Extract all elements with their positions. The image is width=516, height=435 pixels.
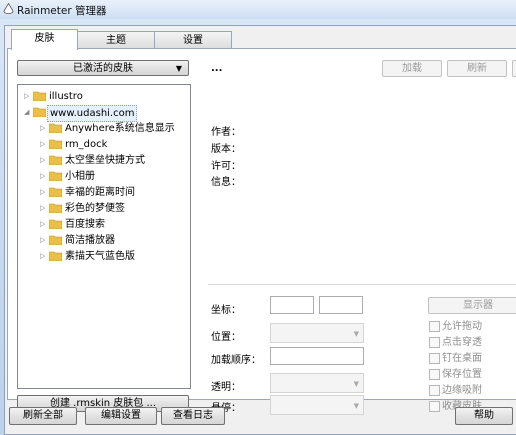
dropdown-arrow-icon: ▼	[353, 330, 359, 338]
transparency-select[interactable]: ▼	[270, 373, 364, 393]
folder-icon	[49, 139, 62, 149]
tree-node-label: 小相册	[65, 171, 95, 182]
folder-icon	[49, 203, 62, 213]
edit-settings-button[interactable]: 编辑设置	[85, 407, 157, 425]
edit-settings-label: 编辑设置	[101, 410, 141, 421]
checkbox-label: 保存位置	[442, 369, 482, 380]
position-select[interactable]: ▼	[270, 323, 364, 343]
folder-icon	[49, 219, 62, 229]
manager-window: Rainmeter 管理器 皮肤 主题 设置 已激活的皮肤 ▼ ▷ illust…	[0, 0, 516, 435]
tree-node-label: 简洁播放器	[65, 235, 115, 246]
tab-skins-label: 皮肤	[34, 33, 55, 44]
skin-tree[interactable]: ▷ illustro ◢ www.udashi.com ▷ Anywhere系统…	[17, 84, 191, 389]
y-coordinate-input[interactable]	[319, 296, 363, 314]
tree-node-label: www.udashi.com	[47, 105, 138, 122]
skin-name: ...	[211, 63, 223, 74]
expand-icon[interactable]: ▷	[24, 93, 31, 100]
tree-node-label: illustro	[49, 91, 83, 102]
checkbox-label: 边缘吸附	[442, 385, 482, 396]
collapse-icon[interactable]: ◢	[24, 109, 31, 116]
expand-icon[interactable]: ▷	[40, 189, 47, 196]
rainmeter-logo-icon	[3, 3, 14, 14]
tree-node-label: Anywhere系统信息显示	[65, 123, 175, 134]
tree-node-label: 素描天气蓝色版	[65, 251, 135, 262]
position-label: 位置：	[211, 332, 241, 343]
tab-themes[interactable]: 主题	[77, 31, 155, 49]
display-monitor-label: 显示器	[463, 300, 493, 311]
tree-node-label: 彩色的梦便签	[65, 203, 125, 214]
view-log-label: 查看日志	[173, 410, 213, 421]
active-skins-dropdown-label: 已激活的皮肤	[73, 63, 133, 74]
tab-skins[interactable]: 皮肤	[11, 29, 78, 50]
manager-body: 皮肤 主题 设置 已激活的皮肤 ▼ ▷ illustro ◢ www.udash…	[4, 25, 516, 435]
checkbox-box[interactable]	[429, 337, 440, 348]
tree-node-label: 百度搜索	[65, 219, 105, 230]
version-label: 版本：	[211, 144, 241, 155]
checkbox-box[interactable]	[429, 385, 440, 396]
folder-icon	[49, 171, 62, 181]
tab-settings-label: 设置	[183, 35, 203, 46]
load-button-label: 加载	[402, 63, 422, 74]
checkbox-box[interactable]	[429, 369, 440, 380]
refresh-all-label: 刷新全部	[23, 410, 63, 421]
author-label: 作者：	[211, 127, 241, 138]
expand-icon[interactable]: ▷	[40, 157, 47, 164]
x-coordinate-input[interactable]	[270, 296, 314, 314]
load-button[interactable]: 加载	[382, 60, 442, 77]
view-log-button[interactable]: 查看日志	[161, 407, 225, 425]
active-skins-dropdown[interactable]: 已激活的皮肤 ▼	[17, 60, 189, 76]
refresh-all-button[interactable]: 刷新全部	[9, 407, 77, 425]
checkbox-label: 钉在桌面	[442, 353, 482, 364]
refresh-button[interactable]: 刷新	[447, 60, 507, 77]
folder-icon	[49, 155, 62, 165]
window-title: Rainmeter 管理器	[17, 5, 107, 17]
load-order-label: 加载顺序：	[211, 355, 261, 366]
skins-panel: 已激活的皮肤 ▼ ▷ illustro ◢ www.udashi.com ▷ A…	[7, 48, 516, 415]
folder-icon	[49, 187, 62, 197]
tree-node-label: 幸福的距离时间	[65, 187, 135, 198]
license-label: 许可：	[211, 161, 241, 172]
folder-icon	[49, 251, 62, 261]
expand-icon[interactable]: ▷	[40, 221, 47, 228]
tree-node-label: rm_dock	[65, 139, 108, 150]
expand-icon[interactable]: ▷	[40, 253, 47, 260]
expand-icon[interactable]: ▷	[40, 173, 47, 180]
display-monitor-button[interactable]: 显示器	[428, 297, 516, 314]
dropdown-arrow-icon: ▼	[353, 402, 359, 410]
dropdown-arrow-icon: ▼	[175, 64, 182, 73]
edit-button[interactable]	[512, 60, 516, 77]
checkbox-box[interactable]	[429, 401, 440, 412]
folder-open-icon	[33, 107, 46, 117]
title-bar[interactable]: Rainmeter 管理器	[0, 0, 516, 19]
help-button[interactable]: 帮助	[455, 407, 513, 425]
hover-select[interactable]: ▼	[270, 395, 364, 415]
tab-settings[interactable]: 设置	[154, 31, 232, 49]
folder-icon	[33, 91, 46, 101]
folder-icon	[49, 123, 62, 133]
expand-icon[interactable]: ▷	[40, 141, 47, 148]
tab-themes-label: 主题	[106, 35, 126, 46]
load-order-input[interactable]	[270, 347, 364, 365]
tree-node-label: 太空堡垒快捷方式	[65, 155, 145, 166]
info-label: 信息：	[211, 177, 241, 188]
coords-label: 坐标：	[211, 305, 241, 316]
dropdown-arrow-icon: ▼	[353, 380, 359, 388]
expand-icon[interactable]: ▷	[40, 237, 47, 244]
refresh-button-label: 刷新	[467, 63, 487, 74]
help-label: 帮助	[474, 410, 494, 421]
folder-icon	[49, 235, 62, 245]
checkbox-label: 允许拖动	[442, 321, 482, 332]
expand-icon[interactable]: ▷	[40, 125, 47, 132]
checkbox-box[interactable]	[429, 353, 440, 364]
expand-icon[interactable]: ▷	[40, 205, 47, 212]
transparency-label: 透明：	[211, 382, 241, 393]
checkbox-label: 点击穿透	[442, 337, 482, 348]
checkbox-box[interactable]	[429, 321, 440, 332]
section-divider	[208, 284, 516, 285]
